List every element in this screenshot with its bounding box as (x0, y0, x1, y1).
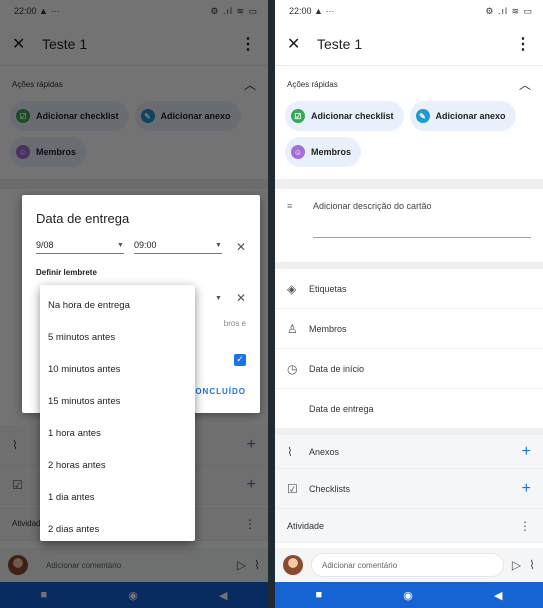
add-checklist-label: Adicionar checklist (311, 111, 394, 121)
paperclip-icon: ✎ (415, 109, 430, 123)
start-date-label: Data de início (309, 363, 365, 374)
checkbox-checked-icon[interactable]: ✓ (234, 353, 246, 366)
chevron-up-icon[interactable]: ︿ (519, 76, 531, 93)
paperclip-icon[interactable]: ⌇ (529, 558, 535, 572)
members-row-label: Membros (309, 323, 347, 334)
menu-item[interactable]: 5 minutos antes (40, 321, 195, 353)
activity-row: Atividade ⋮ (275, 509, 543, 543)
dropdown-arrow-icon: ▼ (117, 241, 124, 249)
checkbox-icon: ☑ (287, 481, 298, 496)
add-attachment-button[interactable]: ✎ Adicionar anexo (409, 101, 516, 131)
attachments-label: Anexos (309, 446, 340, 457)
add-checklist-plus-icon[interactable]: + (522, 480, 531, 498)
add-attachment-plus-icon[interactable]: + (522, 443, 531, 461)
menu-item[interactable]: 15 minutos antes (40, 385, 195, 417)
reminder-label: Definir lembrete (36, 268, 97, 277)
date-value: 9/08 (36, 240, 54, 250)
checklist-icon: ☑ (291, 109, 305, 123)
status-indicators: ▲ ··· (314, 6, 335, 16)
menu-item[interactable]: 1 dia antes (40, 481, 195, 513)
clock-icon: ◷ (287, 361, 298, 376)
back-icon[interactable]: ◀ (494, 589, 502, 602)
done-button[interactable]: ONCLUÍDO (195, 387, 246, 396)
send-icon[interactable]: ▷ (512, 558, 521, 572)
menu-item[interactable]: Na hora de entrega (40, 289, 195, 321)
quick-actions: Ações rápidas ︿ ☑ Adicionar checklist ✎ … (275, 66, 543, 179)
members-button[interactable]: ☺ Membros (285, 137, 362, 167)
system-nav-bar: ■ ◉ ◀ (275, 582, 543, 608)
add-attachment-label: Adicionar anexo (435, 111, 506, 121)
activity-more-icon[interactable]: ⋮ (519, 519, 531, 533)
recent-apps-icon[interactable]: ■ (316, 589, 323, 601)
status-bar: 22:00 ▲ ··· ⚙ .ıl ≋ ▭ (275, 0, 543, 22)
reminder-dropdown-arrow-icon[interactable]: ▼ (215, 295, 222, 302)
reminder-dropdown-menu: Na hora de entrega 5 minutos antes 10 mi… (40, 285, 195, 541)
avatar (283, 555, 303, 575)
tag-icon: ◈ (287, 281, 297, 296)
menu-item[interactable]: 10 minutos antes (40, 353, 195, 385)
time-value: 09:00 (133, 240, 157, 250)
status-time: 22:00 (289, 6, 312, 16)
start-date-row[interactable]: ◷ Data de início (275, 349, 543, 389)
due-date-label: Data de entrega (309, 403, 374, 414)
description-underline (313, 237, 531, 238)
comment-input[interactable]: Adicionar comentário (311, 553, 504, 577)
card-screen-right: 22:00 ▲ ··· ⚙ .ıl ≋ ▭ ✕ Teste 1 ⋮ Ações … (275, 0, 543, 608)
add-checklist-button[interactable]: ☑ Adicionar checklist (285, 101, 404, 131)
card-title: Teste 1 (317, 35, 363, 52)
members-label: Membros (311, 147, 352, 157)
more-menu-icon[interactable]: ⋮ (515, 34, 531, 54)
activity-label: Atividade (287, 520, 325, 531)
app-bar: ✕ Teste 1 ⋮ (275, 22, 543, 66)
home-icon[interactable]: ◉ (403, 589, 413, 602)
comment-bar: Adicionar comentário ▷ ⌇ (275, 548, 543, 582)
paperclip-icon: ⌇ (287, 444, 293, 459)
attachments-row[interactable]: ⌇ Anexos + (275, 429, 543, 469)
checklists-row[interactable]: ☑ Checklists + (275, 469, 543, 509)
time-select[interactable]: 09:00 ▼ (133, 240, 222, 254)
menu-item[interactable]: 1 hora antes (40, 417, 195, 449)
menu-item[interactable]: 2 dias antes (40, 513, 195, 545)
description-field[interactable]: ≡ Adicionar descrição do cartão (275, 189, 543, 263)
dropdown-arrow-icon: ▼ (215, 241, 222, 249)
close-icon[interactable]: ✕ (287, 34, 309, 54)
clear-reminder-icon[interactable]: ✕ (236, 291, 246, 305)
labels-label: Etiquetas (309, 283, 347, 294)
members-row[interactable]: ♙ Membros (275, 309, 543, 349)
description-placeholder: Adicionar descrição do cartão (313, 201, 432, 211)
person-icon: ♙ (287, 321, 298, 336)
partial-text: bros e (223, 319, 246, 328)
quick-actions-label: Ações rápidas (287, 80, 338, 89)
dialog-title: Data de entrega (36, 211, 130, 226)
due-date-row[interactable]: Data de entrega (275, 389, 543, 429)
labels-row[interactable]: ◈ Etiquetas (275, 269, 543, 309)
status-icons: ⚙ .ıl ≋ ▭ (485, 5, 533, 16)
person-icon: ☺ (291, 145, 305, 159)
checklists-label: Checklists (309, 483, 351, 494)
section-divider (275, 179, 543, 189)
card-screen-left: 22:00 ▲ ··· ⚙ .ıl ≋ ▭ ✕ Teste 1 ⋮ Ações … (0, 0, 268, 608)
description-icon: ≡ (287, 201, 293, 211)
date-select[interactable]: 9/08 ▼ (36, 240, 124, 254)
clear-date-icon[interactable]: ✕ (236, 240, 246, 254)
menu-item[interactable]: 2 horas antes (40, 449, 195, 481)
